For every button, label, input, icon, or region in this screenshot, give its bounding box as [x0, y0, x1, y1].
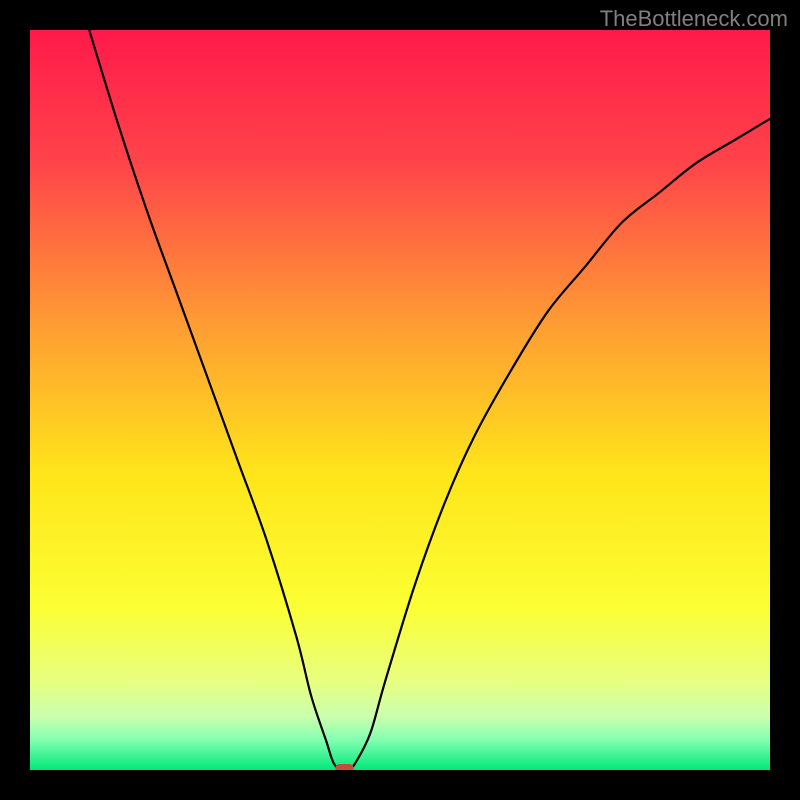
chart-container: TheBottleneck.com	[0, 0, 800, 800]
bottleneck-curve	[89, 30, 770, 770]
plot-area	[30, 30, 770, 770]
curve-layer	[30, 30, 770, 770]
watermark-text: TheBottleneck.com	[600, 6, 788, 32]
minimum-marker	[336, 764, 354, 770]
